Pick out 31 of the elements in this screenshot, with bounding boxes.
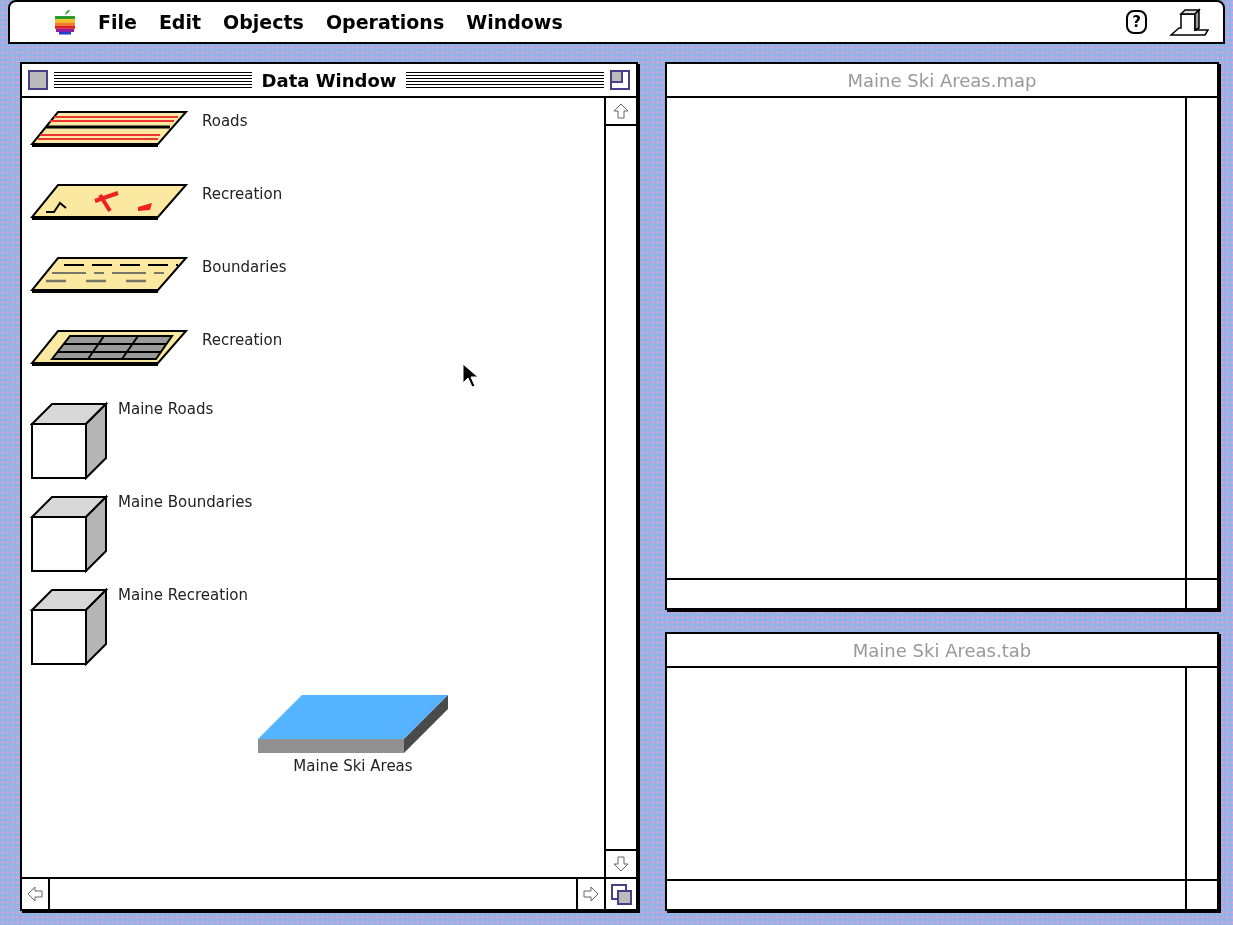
close-box[interactable] — [28, 70, 48, 90]
menu-item[interactable]: Objects — [223, 11, 304, 33]
map-layer-icon[interactable] — [30, 181, 190, 223]
cube-icon[interactable] — [30, 400, 110, 480]
table-label: Maine Roads — [118, 400, 214, 418]
table-label: Maine Recreation — [118, 586, 249, 604]
slab-icon[interactable] — [258, 693, 450, 755]
map-layer-icon[interactable] — [30, 327, 190, 369]
window-title: Maine Ski Areas.map — [846, 69, 1038, 91]
cube-icon[interactable] — [30, 493, 110, 573]
map-layer-icon[interactable] — [30, 254, 190, 296]
window-title: Data Window — [260, 69, 398, 91]
layer-label: Recreation — [202, 331, 283, 349]
arrow-cursor-icon — [462, 363, 480, 389]
map-layer-icon[interactable] — [30, 108, 190, 150]
cube-icon[interactable] — [30, 586, 110, 666]
apple-logo-icon[interactable] — [54, 9, 76, 35]
layer-label: Boundaries — [202, 258, 287, 276]
vertical-scrollbar[interactable] — [604, 98, 636, 877]
help-balloon-icon[interactable]: ? — [1126, 10, 1147, 34]
window-title: Maine Ski Areas.tab — [851, 639, 1033, 661]
menu-item[interactable]: Windows — [466, 11, 563, 33]
tablet-icon[interactable] — [1169, 8, 1209, 36]
table-label: Maine Boundaries — [118, 493, 253, 511]
menu-item[interactable]: Edit — [158, 11, 202, 33]
menu-item[interactable]: Operations — [325, 11, 445, 33]
layer-label: Roads — [202, 112, 248, 130]
layer-label: Recreation — [202, 185, 283, 203]
zoom-box[interactable] — [610, 70, 630, 90]
menu-item[interactable]: File — [98, 11, 137, 33]
view-label: Maine Ski Areas — [293, 757, 413, 775]
